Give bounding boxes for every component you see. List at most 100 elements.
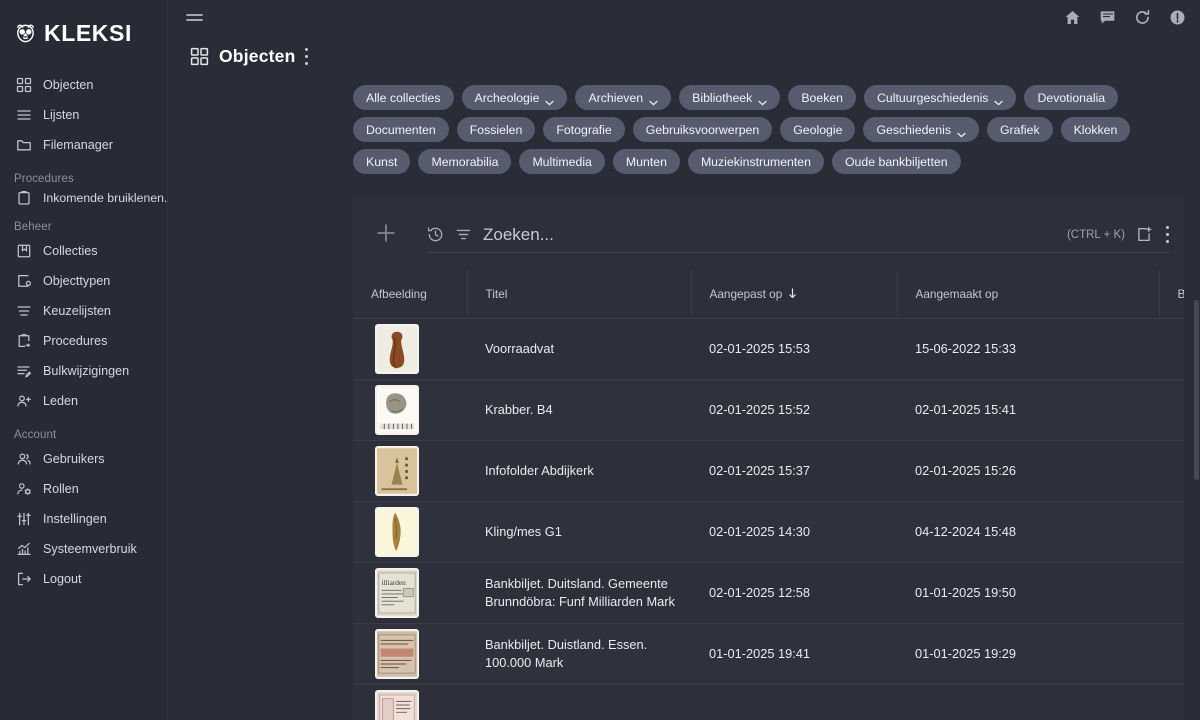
table-row[interactable]: Voorraadvat 02-01-2025 15:53 15-06-2022 … [353,318,1184,379]
sidebar-item-logout[interactable]: Logout [0,564,167,594]
sidebar-item-instellingen[interactable]: Instellingen [0,504,167,534]
column-header-aangemaakt-op[interactable]: Aangemaakt op [897,270,1159,318]
cell-modified [691,684,897,720]
filter-chip[interactable]: Alle collecties [353,85,454,110]
filter-chip[interactable]: Fossielen [457,117,536,142]
user-add-icon [16,393,32,409]
sidebar-section-procedures: Procedures [0,160,167,188]
page-header: Objecten [168,34,1200,67]
search-input[interactable] [483,225,1046,245]
filter-chip[interactable]: Cultuurgeschiedenis [864,85,1016,110]
filter-chip[interactable]: Geologie [780,117,855,142]
filter-chip[interactable]: Archieven [575,85,671,110]
sidebar-item-bulkwijzigingen[interactable]: Bulkwijzigingen [0,356,167,386]
object-thumbnail [375,446,419,496]
sidebar-item-gebruikers[interactable]: Gebruikers [0,444,167,474]
table-row[interactable] [353,684,1184,720]
table-row[interactable]: Bankbiljet. Duistland. Essen. 100.000 Ma… [353,623,1184,684]
filter-chip[interactable]: Muziekinstrumenten [688,149,824,174]
filter-chip[interactable]: Geschiedenis [863,117,979,142]
sidebar-section-account: Account [0,416,167,444]
sidebar-item-rollen[interactable]: Rollen [0,474,167,504]
sidebar-item-collecties[interactable]: Collecties [0,236,167,266]
cell-actions [1159,440,1184,501]
cell-actions [1159,562,1184,623]
sidebar-item-leden[interactable]: Leden [0,386,167,416]
filter-chip[interactable]: Memorabilia [418,149,511,174]
home-icon[interactable] [1064,9,1081,26]
cell-thumbnail: illiarden [353,562,467,623]
filter-chip[interactable]: Munten [613,149,680,174]
sidebar-item-procedures[interactable]: Procedures [0,326,167,356]
filter-chip[interactable]: Gebruiksvoorwerpen [633,117,772,142]
chip-label: Boeken [801,91,843,105]
cell-thumbnail [353,318,467,379]
cell-title: Bankbiljet. Duitsland. Gemeente Brunndöb… [467,562,691,623]
chip-label: Gebruiksvoorwerpen [646,123,759,137]
sidebar-item-label: Rollen [43,482,79,496]
filter-chip[interactable]: Oude bankbiljetten [832,149,961,174]
column-label: Titel [486,287,508,301]
sidebar-item-keuzelijsten[interactable]: Keuzelijsten [0,296,167,326]
cell-thumbnail [353,684,467,720]
message-icon[interactable] [1099,9,1116,26]
column-header-afbeelding[interactable]: Afbeelding [353,270,467,318]
filter-chip[interactable]: Klokken [1061,117,1131,142]
kebab-menu-icon[interactable] [305,48,309,65]
chip-label: Multimedia [532,155,591,169]
sidebar-item-procedure-entry[interactable]: Inkomende bruiklenen. Tentoonstelling bo… [0,188,167,208]
new-document-icon[interactable] [1136,226,1153,243]
cell-modified: 02-01-2025 14:30 [691,501,897,562]
chip-label: Archieven [588,91,643,105]
sidebar-item-objecten[interactable]: Objecten [0,70,167,100]
table-row[interactable]: Kling/mes G1 02-01-2025 14:30 04-12-2024… [353,501,1184,562]
brand-name: KLEKSI [44,22,132,45]
refresh-icon[interactable] [1134,9,1151,26]
sidebar-item-label: Gebruikers [43,452,105,466]
filter-chip[interactable]: Documenten [353,117,449,142]
cell-modified: 02-01-2025 15:52 [691,379,897,440]
sidebar-item-filemanager[interactable]: Filemanager [0,130,167,160]
scrollbar-track[interactable] [1193,0,1200,720]
hamburger-icon[interactable] [186,11,203,24]
object-thumbnail [375,690,419,720]
object-thumbnail [375,385,419,435]
cell-title: Krabber. B4 [467,379,691,440]
table-row[interactable]: Krabber. B4 02-01-2025 15:52 02-01-2025 … [353,379,1184,440]
column-header-titel[interactable]: Titel [467,270,691,318]
cell-created: 02-01-2025 15:41 [897,379,1159,440]
bulk-edit-icon [16,363,32,379]
column-label: Aangepast op [710,287,783,301]
table-row[interactable]: illiarden Bankbiljet. Duitsland. Gemeent… [353,562,1184,623]
filter-chip[interactable]: Multimedia [519,149,604,174]
table-row[interactable]: Infofolder Abdijkerk 02-01-2025 15:37 02… [353,440,1184,501]
filter-chip[interactable]: Devotionalia [1024,85,1118,110]
history-icon[interactable] [427,226,444,243]
sidebar-item-label: Bulkwijzigingen [43,364,129,378]
chip-label: Fossielen [470,123,523,137]
scrollbar-thumb[interactable] [1194,300,1199,480]
chip-label: Alle collecties [366,91,441,105]
add-object-button[interactable] [373,220,399,246]
topbar-icons [1064,9,1186,26]
kebab-menu-icon[interactable] [1166,226,1170,243]
alert-icon[interactable] [1169,9,1186,26]
filter-chip[interactable]: Fotografie [543,117,624,142]
filter-icon[interactable] [455,226,472,243]
sidebar-item-objecttypen[interactable]: Objecttypen [0,266,167,296]
filter-chip[interactable]: Boeken [788,85,856,110]
column-header-aangepast-op[interactable]: Aangepast op [691,270,897,318]
sidebar-item-lijsten[interactable]: Lijsten [0,100,167,130]
filter-chip[interactable]: Bibliotheek [679,85,780,110]
filter-chip[interactable]: Archeologie [462,85,568,110]
search-field-group: (CTRL + K) [427,213,1170,253]
filter-chip[interactable]: Kunst [353,149,410,174]
cell-title: Kling/mes G1 [467,501,691,562]
object-thumbnail [375,629,419,679]
cell-thumbnail [353,623,467,684]
cell-created [897,684,1159,720]
filter-chip[interactable]: Grafiek [987,117,1053,142]
chip-label: Geologie [793,123,842,137]
sidebar-item-systeemverbruik[interactable]: Systeemverbruik [0,534,167,564]
brand[interactable]: KLEKSI [0,10,167,52]
